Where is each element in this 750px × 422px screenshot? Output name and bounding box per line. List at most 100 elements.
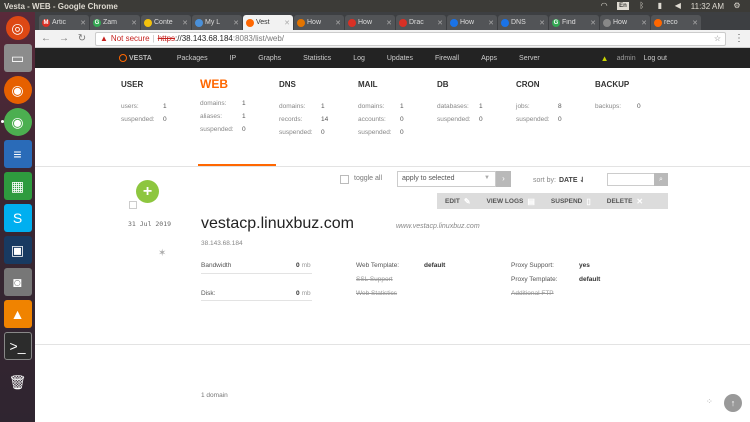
tab-close-icon[interactable]: ✕ <box>386 19 392 27</box>
nav-item-log[interactable]: Log <box>342 55 376 62</box>
edit-button[interactable]: EDIT ✎ <box>437 193 479 209</box>
virtualbox-icon[interactable]: ▣ <box>3 236 32 264</box>
tab-close-icon[interactable]: ✕ <box>284 19 290 27</box>
star-icon[interactable]: ✶ <box>158 248 166 259</box>
stats-mail[interactable]: MAIL domains: 1 accounts: 0 suspended: 0 <box>358 80 437 139</box>
browser-tab[interactable]: How ✕ <box>294 15 344 30</box>
tab-close-icon[interactable]: ✕ <box>539 19 545 27</box>
browser-tab[interactable]: How ✕ <box>345 15 395 30</box>
stats-cron-title[interactable]: CRON <box>516 80 595 90</box>
browser-tab[interactable]: reco ✕ <box>651 15 701 30</box>
stats-backup-title[interactable]: BACKUP <box>595 80 674 90</box>
browser-tab[interactable]: Drac ✕ <box>396 15 446 30</box>
stats-cron[interactable]: CRON jobs: 8 suspended: 0 <box>516 80 595 139</box>
camera-icon[interactable]: ◙ <box>3 268 32 296</box>
new-tab-button[interactable] <box>702 15 722 30</box>
nav-item-apps[interactable]: Apps <box>470 55 508 62</box>
browser-tab[interactable]: Conte ✕ <box>141 15 191 30</box>
row-checkbox[interactable] <box>129 201 137 209</box>
skype-icon[interactable]: S <box>3 204 32 232</box>
vlc-icon[interactable]: ▲ <box>3 300 32 328</box>
tab-favicon-icon: M <box>42 18 50 27</box>
stats-db[interactable]: DB databases: 1 suspended: 0 <box>437 80 516 139</box>
stats-web-title[interactable]: WEB <box>200 77 279 91</box>
browser-tab[interactable]: G Find ✕ <box>549 15 599 30</box>
tab-close-icon[interactable]: ✕ <box>131 19 137 27</box>
chrome-menu-icon[interactable]: ⋮ <box>734 33 744 44</box>
tab-close-icon[interactable]: ✕ <box>488 19 494 27</box>
reload-icon[interactable]: ↻ <box>77 33 87 44</box>
nav-item-updates[interactable]: Updates <box>376 55 424 62</box>
tab-close-icon[interactable]: ✕ <box>437 19 443 27</box>
volume-icon[interactable]: ◀ <box>673 2 683 10</box>
terminal-icon[interactable]: >_ <box>3 332 32 360</box>
notification-bell-icon[interactable]: ▲ <box>601 54 609 63</box>
calc-icon[interactable]: ▦ <box>3 172 32 200</box>
wifi-icon[interactable]: ◠ <box>599 2 609 10</box>
tab-close-icon[interactable]: ✕ <box>641 19 647 27</box>
stats-user-title[interactable]: USER <box>121 80 200 90</box>
suspend-button[interactable]: SUSPEND ▯ <box>543 193 599 209</box>
stats-backup[interactable]: BACKUP backups: 0 <box>595 80 674 139</box>
apply-button[interactable]: › <box>496 171 511 187</box>
stats-mail-title[interactable]: MAIL <box>358 80 437 90</box>
firefox-icon[interactable]: ◉ <box>3 76 32 104</box>
bulk-action-select[interactable]: apply to selected ▼ <box>397 171 496 187</box>
files-icon[interactable]: ▭ <box>3 44 32 72</box>
stats-dns[interactable]: DNS domains: 1 records: 14 suspended: 0 <box>279 80 358 139</box>
nav-username[interactable]: admin <box>617 55 636 62</box>
browser-tab[interactable]: How ✕ <box>447 15 497 30</box>
warning-icon[interactable]: ▲ <box>100 34 108 43</box>
nav-item-statistics[interactable]: Statistics <box>292 55 342 62</box>
tab-close-icon[interactable]: ✕ <box>590 19 596 27</box>
scroll-top-icon[interactable]: ↑ <box>724 394 742 412</box>
domain-name[interactable]: vestacp.linuxbuz.com <box>201 215 354 233</box>
sort-by[interactable]: sort by: DATE ⇃ <box>533 176 585 184</box>
browser-tab[interactable]: Vest ✕ <box>243 15 293 30</box>
tab-close-icon[interactable]: ✕ <box>335 19 341 27</box>
logout-link[interactable]: Log out <box>644 55 667 62</box>
forward-icon[interactable]: → <box>59 33 69 44</box>
vesta-logo[interactable]: VESTA <box>119 54 152 62</box>
nav-item-firewall[interactable]: Firewall <box>424 55 470 62</box>
browser-tab[interactable]: How ✕ <box>600 15 650 30</box>
nav-item-ip[interactable]: IP <box>219 55 248 62</box>
battery-icon[interactable]: ▮ <box>655 2 665 10</box>
writer-icon[interactable]: ≡ <box>3 140 32 168</box>
delete-button[interactable]: DELETE ✕ <box>599 193 651 209</box>
tab-close-icon[interactable]: ✕ <box>182 19 188 27</box>
browser-tab[interactable]: DNS ✕ <box>498 15 548 30</box>
clock[interactable]: 11:32 AM <box>691 2 724 11</box>
stats-user[interactable]: USER users: 1 suspended: 0 <box>121 80 200 139</box>
search-icon[interactable]: ⌕ <box>654 173 668 186</box>
address-bar[interactable]: ▲ Not secure | https://38.143.68.184:808… <box>95 31 726 46</box>
browser-tab[interactable]: M Artic ✕ <box>39 15 89 30</box>
ubuntu-dash-icon[interactable]: ◎ <box>5 16 30 40</box>
nav-item-graphs[interactable]: Graphs <box>247 55 292 62</box>
view-logs-button[interactable]: VIEW LOGS ▤ <box>479 193 543 209</box>
add-domain-button[interactable]: + <box>136 180 159 203</box>
back-icon[interactable]: ← <box>41 33 51 44</box>
tab-close-icon[interactable]: ✕ <box>80 19 86 27</box>
nav-item-server[interactable]: Server <box>508 55 551 62</box>
stats-db-title[interactable]: DB <box>437 80 516 90</box>
bluetooth-icon[interactable]: ᛒ <box>637 2 647 10</box>
tab-close-icon[interactable]: ✕ <box>692 19 698 27</box>
stats-web[interactable]: WEB domains: 1 aliases: 1 suspended: 0 <box>200 77 279 139</box>
toggle-all-checkbox[interactable] <box>340 175 349 184</box>
not-secure-label[interactable]: Not secure <box>111 34 150 43</box>
toggle-all-label[interactable]: toggle all <box>354 175 382 182</box>
power-icon[interactable]: ⚙ <box>732 2 742 10</box>
drag-icon[interactable]: ⁘ <box>706 397 713 406</box>
sort-by-value[interactable]: DATE ⇃ <box>559 177 585 184</box>
browser-tab[interactable]: G Zam ✕ <box>90 15 140 30</box>
chrome-icon[interactable]: ◉ <box>0 108 32 136</box>
browser-tab[interactable]: My L ✕ <box>192 15 242 30</box>
nav-item-packages[interactable]: Packages <box>166 55 219 62</box>
stats-dns-title[interactable]: DNS <box>279 80 358 90</box>
search-input[interactable] <box>607 173 655 186</box>
tab-close-icon[interactable]: ✕ <box>233 19 239 27</box>
keyboard-language-indicator[interactable]: En <box>617 2 629 10</box>
bookmark-star-icon[interactable]: ☆ <box>714 34 721 43</box>
trash-icon[interactable]: 🗑 <box>4 368 32 396</box>
